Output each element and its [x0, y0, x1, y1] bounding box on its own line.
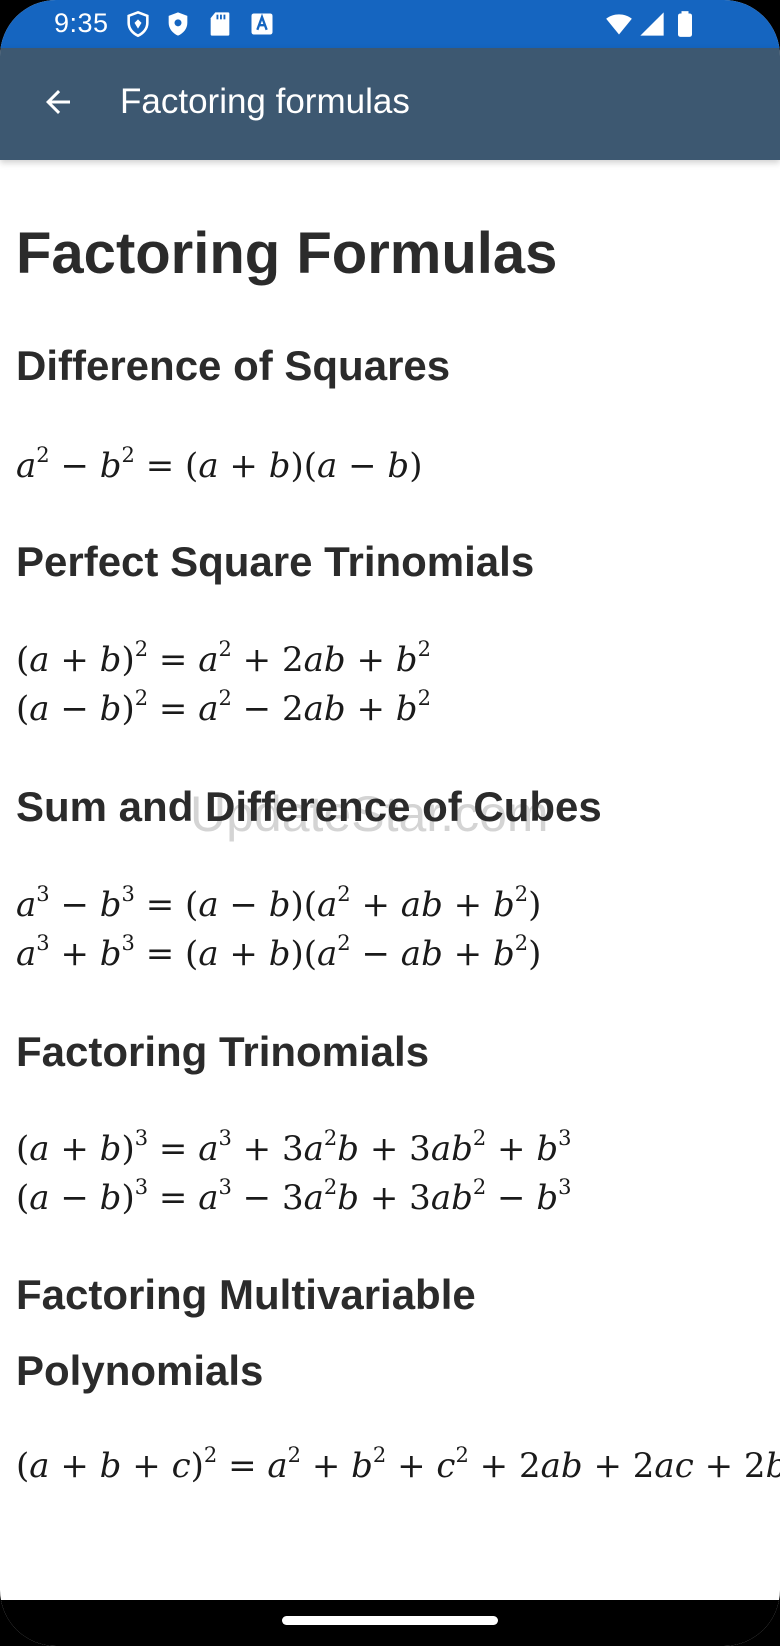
back-button[interactable]	[30, 74, 86, 130]
navigation-bar	[0, 1600, 780, 1646]
signal-icon	[640, 12, 664, 36]
shield-filled-icon	[168, 12, 188, 36]
formula-cube-of-sum: (a + b)3 = a3 + 3a2b + 3ab2 + b3	[16, 1126, 572, 1170]
formula-difference-of-squares: a2 − b2 = (a + b)(a − b)	[16, 443, 423, 487]
section-heading-difference-of-squares: Difference of Squares	[16, 342, 451, 389]
app-bar-title: Factoring formulas	[120, 82, 410, 121]
arrow-back-icon	[46, 90, 70, 114]
formula-square-of-sum: (a + b)2 = a2 + 2ab + b2	[16, 637, 431, 681]
translate-icon	[251, 13, 273, 35]
wifi-icon	[606, 14, 632, 35]
status-bar: 9:35	[0, 0, 780, 48]
formula-difference-of-cubes: a3 − b3 = (a − b)(a2 + ab + b2)	[16, 882, 542, 926]
home-indicator[interactable]	[282, 1616, 498, 1625]
shield-outline-icon	[127, 10, 149, 38]
content-area[interactable]: Factoring Formulas Difference of Squares…	[0, 160, 780, 1600]
app-bar: Factoring formulas	[0, 48, 780, 160]
battery-icon	[678, 11, 692, 37]
sd-card-icon	[210, 12, 230, 36]
phone-screen: 9:35 Factoring formulas Factoring Formul…	[0, 0, 780, 1646]
section-heading-factoring-trinomials: Factoring Trinomials	[16, 1028, 430, 1075]
status-time: 9:35	[54, 8, 109, 38]
section-heading-perfect-square-trinomials: Perfect Square Trinomials	[16, 538, 535, 585]
formula-square-of-trinomial: (a + b + c)2 = a2 + b2 + c2 + 2ab + 2ac …	[16, 1443, 780, 1487]
formula-cube-of-difference: (a − b)3 = a3 − 3a2b + 3ab2 − b3	[16, 1175, 572, 1219]
formula-square-of-difference: (a − b)2 = a2 − 2ab + b2	[16, 686, 431, 730]
formula-sum-of-cubes: a3 + b3 = (a + b)(a2 − ab + b2)	[16, 931, 542, 975]
section-heading-sum-and-difference-of-cubes: Sum and Difference of Cubes	[16, 783, 602, 830]
page-title: Factoring Formulas	[16, 221, 558, 286]
section-heading-factoring-multivariable-polynomials: Factoring Multivariable Polynomials	[16, 1271, 476, 1394]
